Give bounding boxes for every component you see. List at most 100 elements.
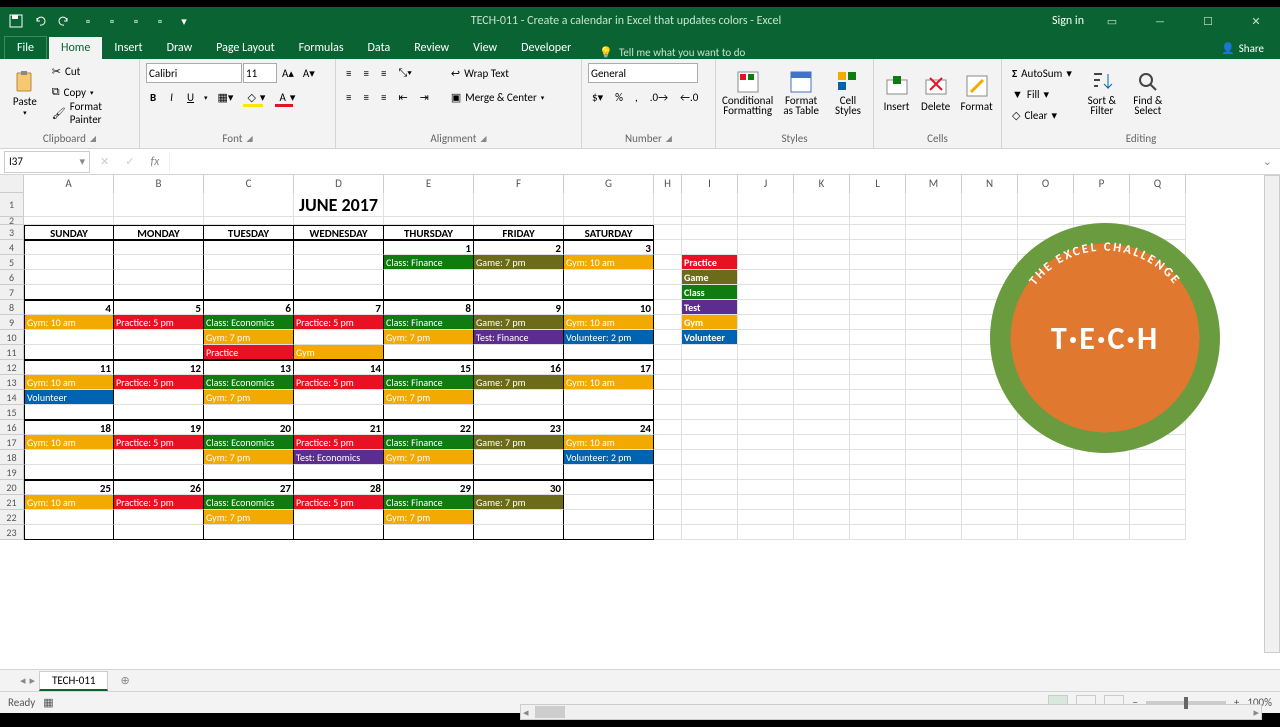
- tab-home[interactable]: Home: [49, 37, 102, 59]
- cell[interactable]: [654, 285, 682, 300]
- event-cell[interactable]: Gym: 10 am: [564, 255, 654, 270]
- font-size-select[interactable]: [243, 63, 277, 83]
- event-cell[interactable]: Gym: 7 pm: [204, 450, 294, 465]
- cell[interactable]: [738, 345, 794, 360]
- cell[interactable]: [654, 193, 682, 217]
- cell[interactable]: [962, 510, 1018, 525]
- insert-cells-button[interactable]: Insert: [878, 61, 915, 125]
- cell[interactable]: [114, 465, 204, 480]
- date-cell[interactable]: 4: [24, 300, 114, 315]
- cell[interactable]: [962, 525, 1018, 540]
- cell[interactable]: [24, 465, 114, 480]
- date-cell[interactable]: [24, 240, 114, 255]
- cell[interactable]: [906, 225, 962, 240]
- cell[interactable]: [682, 375, 738, 390]
- cell[interactable]: [564, 270, 654, 285]
- cell[interactable]: [682, 360, 738, 375]
- cell[interactable]: [794, 495, 850, 510]
- cell[interactable]: [1130, 465, 1186, 480]
- number-format-select[interactable]: [588, 63, 698, 83]
- enter-formula-icon[interactable]: ✓: [119, 155, 140, 168]
- cell[interactable]: [114, 270, 204, 285]
- date-cell[interactable]: [114, 240, 204, 255]
- align-center-icon[interactable]: ≡: [359, 87, 372, 107]
- cell[interactable]: [794, 330, 850, 345]
- date-cell[interactable]: [204, 240, 294, 255]
- cell[interactable]: [738, 217, 794, 225]
- cell[interactable]: [682, 345, 738, 360]
- cell[interactable]: [850, 240, 906, 255]
- cell[interactable]: [654, 240, 682, 255]
- cell[interactable]: [850, 255, 906, 270]
- date-cell[interactable]: 25: [24, 480, 114, 495]
- conditional-formatting-button[interactable]: Conditional Formatting: [720, 61, 775, 125]
- cell[interactable]: [294, 255, 384, 270]
- cell[interactable]: [24, 270, 114, 285]
- cell[interactable]: [384, 285, 474, 300]
- col-header[interactable]: N: [962, 175, 1018, 193]
- cell[interactable]: [24, 345, 114, 360]
- event-cell[interactable]: Practice: 5 pm: [114, 375, 204, 390]
- autosum-button[interactable]: Σ AutoSum ▾: [1008, 63, 1076, 83]
- legend-item[interactable]: Gym: [682, 315, 738, 330]
- cell[interactable]: [794, 240, 850, 255]
- col-header[interactable]: J: [738, 175, 794, 193]
- qat-dropdown-icon[interactable]: ▾: [174, 11, 194, 31]
- paste-button[interactable]: Paste▾: [4, 61, 46, 125]
- event-cell[interactable]: Class: Economics: [204, 315, 294, 330]
- cell[interactable]: [738, 300, 794, 315]
- event-cell[interactable]: Gym: 10 am: [24, 315, 114, 330]
- event-cell[interactable]: Practice: 5 pm: [114, 315, 204, 330]
- cell[interactable]: [738, 285, 794, 300]
- row-header[interactable]: 20: [0, 480, 24, 495]
- cell[interactable]: [738, 255, 794, 270]
- date-cell[interactable]: 11: [24, 360, 114, 375]
- cell[interactable]: [906, 375, 962, 390]
- cell[interactable]: [294, 330, 384, 345]
- formula-input[interactable]: [169, 152, 1254, 172]
- cell[interactable]: [794, 193, 850, 217]
- cell[interactable]: [850, 217, 906, 225]
- cell[interactable]: [654, 225, 682, 240]
- tab-review[interactable]: Review: [402, 37, 461, 59]
- cell[interactable]: [906, 360, 962, 375]
- cell[interactable]: [1018, 510, 1074, 525]
- cell[interactable]: [564, 345, 654, 360]
- fill-color-button[interactable]: ◇▾: [243, 87, 269, 107]
- row-header[interactable]: 21: [0, 495, 24, 510]
- date-cell[interactable]: 10: [564, 300, 654, 315]
- increase-font-icon[interactable]: A▴: [278, 63, 298, 83]
- share-button[interactable]: 👤Share: [1209, 38, 1276, 59]
- cell[interactable]: [794, 255, 850, 270]
- cell[interactable]: [474, 285, 564, 300]
- date-cell[interactable]: 16: [474, 360, 564, 375]
- col-header[interactable]: K: [794, 175, 850, 193]
- font-name-select[interactable]: [146, 63, 242, 83]
- row-header[interactable]: 4: [0, 240, 24, 255]
- cell[interactable]: [738, 390, 794, 405]
- event-cell[interactable]: Game: 7 pm: [474, 255, 564, 270]
- cell[interactable]: [962, 193, 1018, 217]
- col-header[interactable]: I: [682, 175, 738, 193]
- cell[interactable]: [564, 525, 654, 540]
- row-header[interactable]: 16: [0, 420, 24, 435]
- col-header[interactable]: C: [204, 175, 294, 193]
- event-cell[interactable]: Gym: 7 pm: [384, 330, 474, 345]
- cell[interactable]: [564, 285, 654, 300]
- cell[interactable]: [1074, 465, 1130, 480]
- calendar-title[interactable]: JUNE 2017: [24, 193, 654, 217]
- cell[interactable]: [654, 450, 682, 465]
- cell[interactable]: [654, 360, 682, 375]
- cell[interactable]: [794, 420, 850, 435]
- percent-icon[interactable]: %: [611, 87, 627, 107]
- underline-button[interactable]: U: [183, 87, 198, 107]
- cell[interactable]: [906, 465, 962, 480]
- cell[interactable]: [114, 405, 204, 420]
- row-header[interactable]: 15: [0, 405, 24, 420]
- event-cell[interactable]: Gym: 10 am: [564, 435, 654, 450]
- wrap-text-button[interactable]: ↩Wrap Text: [447, 63, 548, 83]
- zoom-slider[interactable]: [1146, 701, 1226, 705]
- cell[interactable]: [906, 345, 962, 360]
- date-cell[interactable]: 30: [474, 480, 564, 495]
- row-header[interactable]: 17: [0, 435, 24, 450]
